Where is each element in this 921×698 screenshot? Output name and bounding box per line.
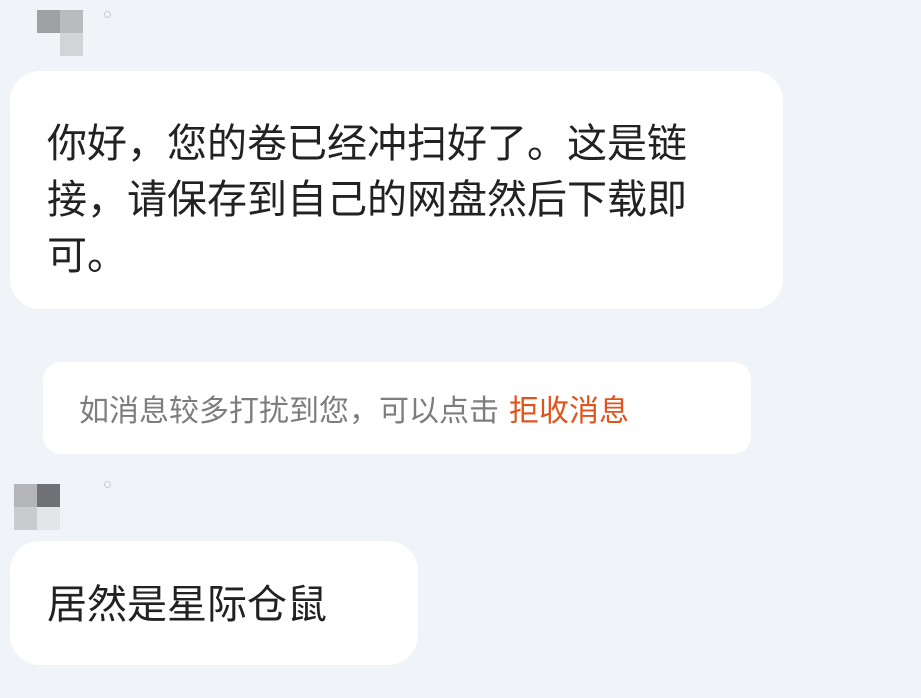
sender-name-placeholder bbox=[104, 481, 111, 488]
reject-messages-link[interactable]: 拒收消息 bbox=[509, 386, 629, 430]
message-bubble[interactable]: 你好，您的卷已经冲扫好了。这是链接，请保存到自己的网盘然后下载即可。 bbox=[10, 71, 783, 309]
avatar-pixel bbox=[37, 484, 60, 507]
avatar-pixel bbox=[60, 10, 83, 33]
sender-avatar[interactable] bbox=[37, 10, 83, 56]
system-notice: 如消息较多打扰到您，可以点击 拒收消息 bbox=[43, 362, 751, 454]
sender-avatar[interactable] bbox=[14, 484, 60, 530]
avatar-pixel bbox=[14, 484, 37, 507]
avatar-pixel bbox=[37, 507, 60, 530]
avatar-pixel bbox=[60, 33, 83, 56]
message-bubble[interactable]: 居然是星际仓鼠 bbox=[10, 541, 418, 665]
avatar-pixel bbox=[37, 33, 60, 56]
message-text: 居然是星际仓鼠 bbox=[47, 582, 327, 628]
notice-text: 如消息较多打扰到您，可以点击 bbox=[79, 394, 499, 429]
sender-name-placeholder bbox=[104, 11, 111, 18]
avatar-pixel bbox=[37, 10, 60, 33]
avatar-pixel bbox=[14, 507, 37, 530]
message-text: 你好，您的卷已经冲扫好了。这是链接，请保存到自己的网盘然后下载即可。 bbox=[47, 121, 687, 279]
